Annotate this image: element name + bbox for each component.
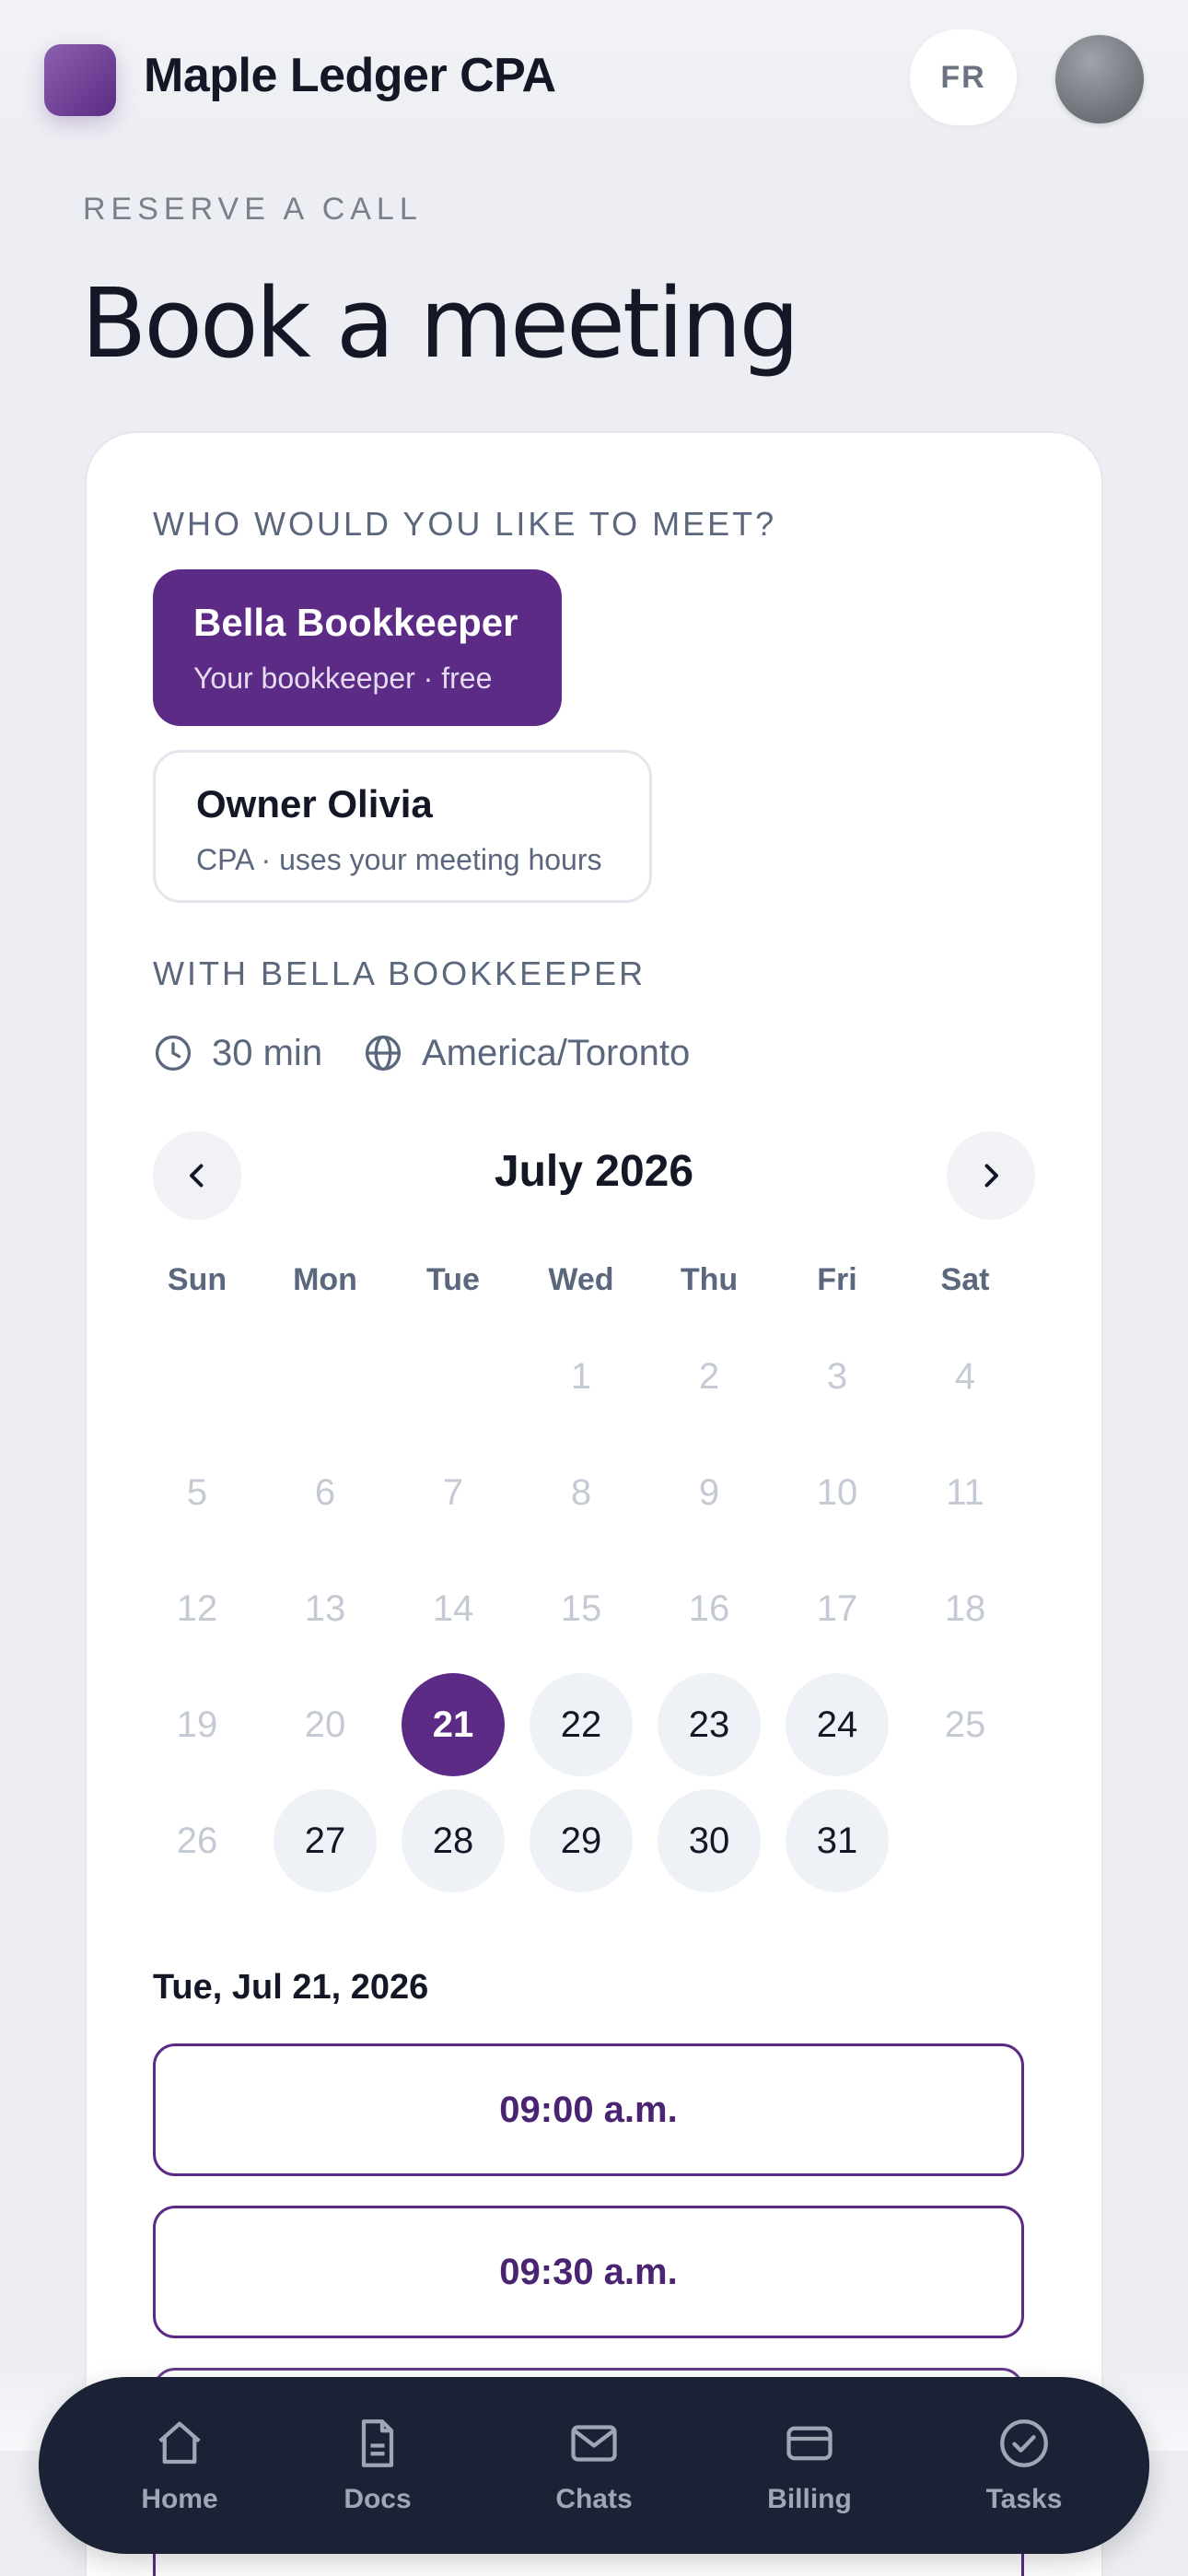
calendar-month-label: July 2026	[494, 1147, 694, 1196]
user-avatar[interactable]	[1055, 35, 1144, 123]
calendar-day-unavailable: 15	[560, 1587, 602, 1629]
time-slot-button[interactable]: 09:00 a.m.	[153, 2043, 1024, 2176]
calendar-day-unavailable: 3	[826, 1355, 848, 1397]
calendar-day-available[interactable]: 31	[786, 1789, 889, 1892]
mail-icon	[571, 2425, 617, 2462]
tab-label: Billing	[767, 2484, 852, 2514]
app-header: Maple Ledger CPA FR	[0, 0, 1188, 157]
weekday-label: Sun	[167, 1262, 227, 1297]
calendar-day-unavailable: 16	[688, 1587, 730, 1629]
tab-chats[interactable]: Chats	[516, 2377, 672, 2554]
weekday-label: Tue	[426, 1262, 480, 1297]
calendar-day-available[interactable]: 22	[530, 1673, 633, 1776]
calendar-day-unavailable: 25	[944, 1704, 986, 1745]
calendar-day-selected[interactable]: 21	[402, 1673, 505, 1776]
tab-billing[interactable]: Billing	[731, 2377, 888, 2554]
calendar-day-grid: 1 2 3 4 5 6 7 8 9 10 11 12 13 14 15 16 17 18 19 20 21 22 23 24 2…	[146, 1325, 1043, 1914]
next-month-button[interactable]	[947, 1131, 1035, 1220]
tab-label: Tasks	[985, 2484, 1063, 2514]
time-slot-button[interactable]: 09:30 a.m.	[153, 2206, 1024, 2338]
person-description: CPA · uses your meeting hours	[196, 843, 602, 876]
tab-label: Docs	[344, 2484, 412, 2514]
person-name: Bella Bookkeeper	[193, 601, 518, 644]
calendar-day-available[interactable]: 28	[402, 1789, 505, 1892]
tab-home[interactable]: Home	[101, 2377, 258, 2554]
calendar-day-unavailable: 11	[946, 1471, 984, 1513]
bottom-tab-bar: Home Docs Chats Billing Tasks	[39, 2377, 1149, 2554]
calendar-day-unavailable: 4	[954, 1355, 976, 1397]
who-label: WHO WOULD YOU LIKE TO MEET?	[153, 505, 777, 543]
weekday-label: Mon	[293, 1262, 357, 1297]
person-name: Owner Olivia	[196, 782, 433, 825]
weekday-label: Thu	[680, 1262, 739, 1297]
calendar-day-unavailable: 10	[816, 1471, 858, 1513]
calendar-day-unavailable: 8	[570, 1471, 592, 1513]
clock-icon	[155, 1035, 192, 1071]
booking-page: Maple Ledger CPA FR RESERVE A CALL Book …	[0, 0, 1188, 2576]
duration-text: 30 min	[212, 1032, 323, 1073]
calendar-day-unavailable: 14	[432, 1587, 474, 1629]
home-icon	[158, 2421, 201, 2465]
tab-label: Home	[141, 2484, 218, 2514]
weekday-label: Wed	[548, 1262, 614, 1297]
calendar-day-unavailable: 26	[176, 1820, 218, 1861]
calendar-day-unavailable: 1	[570, 1355, 592, 1397]
chevron-right-icon	[984, 1164, 998, 1188]
tab-docs[interactable]: Docs	[299, 2377, 456, 2554]
chevron-left-icon	[190, 1164, 204, 1188]
selected-date-heading: Tue, Jul 21, 2026	[153, 1968, 429, 2007]
calendar-day-available[interactable]: 29	[530, 1789, 633, 1892]
calendar-day-unavailable: 6	[314, 1471, 336, 1513]
meeting-timezone: America/Toronto	[363, 1030, 690, 1076]
calendar-day-unavailable: 12	[176, 1587, 218, 1629]
timezone-text: America/Toronto	[422, 1032, 691, 1073]
calendar-day-available[interactable]: 23	[658, 1673, 761, 1776]
weekday-header-row: Sun Mon Tue Wed Thu Fri Sat	[146, 1262, 1043, 1303]
meeting-duration: 30 min	[153, 1030, 322, 1076]
with-label: WITH BELLA BOOKKEEPER	[153, 954, 646, 992]
calendar-day-unavailable: 5	[186, 1471, 208, 1513]
credit-card-icon	[786, 2426, 833, 2461]
language-toggle-button[interactable]: FR	[910, 29, 1017, 125]
tab-label: Chats	[555, 2484, 633, 2514]
calendar-day-unavailable: 2	[698, 1355, 720, 1397]
person-description: Your bookkeeper · free	[193, 662, 493, 695]
document-icon	[361, 2419, 394, 2467]
calendar-day-unavailable: 7	[442, 1471, 464, 1513]
person-option-olivia[interactable]: Owner Olivia CPA · uses your meeting hou…	[153, 750, 652, 903]
person-option-bella[interactable]: Bella Bookkeeper Your bookkeeper · free	[153, 569, 562, 726]
calendar-day-available[interactable]: 30	[658, 1789, 761, 1892]
calendar-day-unavailable: 20	[304, 1704, 346, 1745]
calendar-day-available[interactable]: 24	[786, 1673, 889, 1776]
page-title: Book a meeting	[81, 267, 800, 380]
check-circle-icon	[1000, 2419, 1048, 2467]
calendar-day-available[interactable]: 27	[274, 1789, 377, 1892]
calendar-day-unavailable: 13	[304, 1587, 346, 1629]
calendar-day-unavailable: 18	[944, 1587, 986, 1629]
page-eyebrow: RESERVE A CALL	[83, 192, 423, 227]
calendar-day-unavailable: 19	[176, 1704, 218, 1745]
calendar-day-unavailable: 17	[816, 1587, 858, 1629]
previous-month-button[interactable]	[153, 1131, 241, 1220]
brand-logo[interactable]	[44, 44, 116, 116]
weekday-label: Sat	[940, 1262, 990, 1297]
brand-name: Maple Ledger CPA	[144, 49, 556, 102]
weekday-label: Fri	[817, 1262, 857, 1297]
calendar-day-unavailable: 9	[698, 1471, 720, 1513]
globe-icon	[365, 1035, 402, 1071]
tab-tasks[interactable]: Tasks	[946, 2377, 1102, 2554]
